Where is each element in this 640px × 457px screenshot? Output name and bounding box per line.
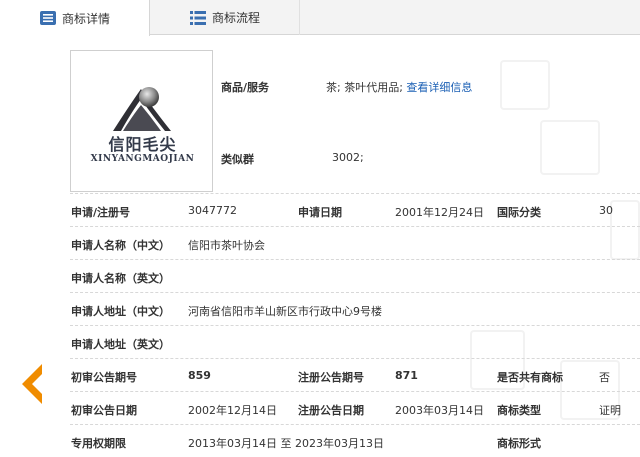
row-divider <box>70 259 640 260</box>
prelim-issue-label: 初审公告期号 <box>71 371 137 384</box>
row-divider <box>70 325 640 326</box>
intl-class-label: 国际分类 <box>497 206 541 219</box>
tab-label: 商标详情 <box>62 11 111 26</box>
term-value: 2013年03月14日 至 2023年03月13日 <box>188 437 384 450</box>
apply-date-value: 2001年12月24日 <box>395 206 484 219</box>
chevron-left-icon[interactable] <box>16 362 46 406</box>
trademark-image: 信阳毛尖 XINYANGMAOJIAN <box>70 50 213 192</box>
row-divider <box>70 358 640 359</box>
tab-trademark-process[interactable]: 商标流程 <box>150 0 300 35</box>
address-cn-label: 申请人地址（中文） <box>71 305 170 318</box>
reg-no-label: 申请/注册号 <box>71 206 131 219</box>
similar-group-value: 3002; <box>332 151 364 164</box>
tab-bar: 商标详情 商标流程 <box>0 0 640 36</box>
list-icon <box>40 11 56 25</box>
applicant-en-label: 申请人名称（英文） <box>71 272 170 285</box>
reg-issue-label: 注册公告期号 <box>298 371 364 384</box>
applicant-cn-label: 申请人名称（中文） <box>71 239 170 252</box>
view-details-link[interactable]: 查看详细信息 <box>406 81 472 94</box>
tab-label: 商标流程 <box>212 11 261 25</box>
reg-issue-value: 871 <box>395 369 418 382</box>
reg-date-label: 注册公告日期 <box>298 404 364 417</box>
logo-text-en: XINYANGMAOJIAN <box>90 154 195 164</box>
row-divider <box>70 292 640 293</box>
watermark-shape <box>500 60 550 110</box>
intl-class-value: 30 <box>599 204 613 217</box>
goods-value: 茶; 茶叶代用品; 查看详细信息 <box>326 79 472 95</box>
applicant-cn-value: 信阳市茶叶协会 <box>188 239 265 252</box>
table-icon <box>190 11 206 25</box>
address-en-label: 申请人地址（英文） <box>71 338 170 351</box>
logo-text-cn: 信阳毛尖 <box>108 135 177 154</box>
trademark-emblem <box>113 87 171 131</box>
watermark-shape <box>610 200 640 260</box>
tm-form-label: 商标形式 <box>497 437 541 450</box>
reg-no-value: 3047772 <box>188 204 237 217</box>
prelim-issue-value: 859 <box>188 369 211 382</box>
similar-group-label: 类似群 <box>221 153 254 166</box>
goods-text: 茶; 茶叶代用品; <box>326 81 403 94</box>
tm-type-label: 商标类型 <box>497 404 541 417</box>
row-divider <box>70 391 640 392</box>
row-divider <box>70 193 640 194</box>
term-label: 专用权期限 <box>71 437 126 450</box>
apply-date-label: 申请日期 <box>298 206 342 219</box>
address-cn-value: 河南省信阳市羊山新区市行政中心9号楼 <box>188 305 382 318</box>
tm-type-value: 证明 <box>599 404 621 417</box>
prelim-date-value: 2002年12月14日 <box>188 404 277 417</box>
goods-label: 商品/服务 <box>221 81 270 94</box>
shared-label: 是否共有商标 <box>497 371 563 384</box>
row-divider <box>70 424 640 425</box>
reg-date-value: 2003年03月14日 <box>395 404 484 417</box>
tab-trademark-detail[interactable]: 商标详情 <box>0 0 150 36</box>
row-divider <box>70 226 640 227</box>
shared-value: 否 <box>599 371 610 384</box>
prelim-date-label: 初审公告日期 <box>71 404 137 417</box>
watermark-shape <box>540 120 600 175</box>
